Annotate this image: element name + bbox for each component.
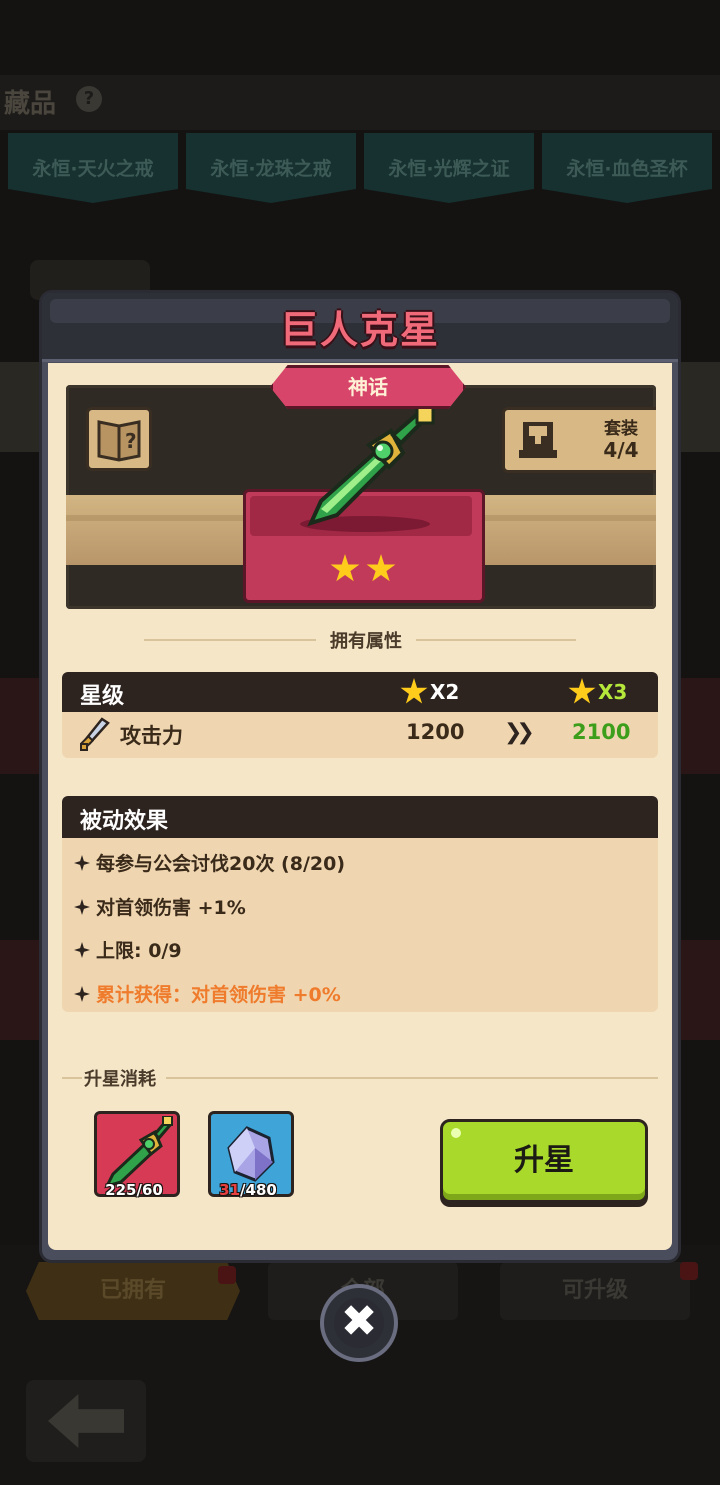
passive-header: 被动效果 <box>62 796 658 838</box>
stat-current-value: 1200 <box>406 720 465 744</box>
upgradable-tab-button[interactable]: 可升级 <box>500 1262 690 1320</box>
background-topbar <box>0 75 720 130</box>
notification-dot <box>218 1266 236 1284</box>
dialog-header: 巨人克星 <box>42 293 678 362</box>
double-chevron-right-icon: ❯❯ <box>504 720 535 745</box>
attributes-divider-right <box>416 639 576 641</box>
close-icon: ✖ <box>340 1296 378 1347</box>
stat-name: 攻击力 <box>120 724 183 748</box>
upgrade-star-button[interactable]: 升星 <box>440 1119 648 1203</box>
upgrade-star-label: 升星 <box>514 1143 574 1178</box>
passive-line-accumulated: 累计获得：对首领伤害 +0% <box>74 980 341 1007</box>
star-icon <box>330 554 360 582</box>
bullet-icon <box>74 942 90 958</box>
star-level-label: 星级 <box>80 684 125 709</box>
bullet-icon <box>74 899 90 915</box>
passive-line: 对首领伤害 +1% <box>74 893 246 920</box>
crystal-icon <box>227 1126 275 1182</box>
attributes-divider-left <box>144 639 316 641</box>
stat-next-value: 2100 <box>572 720 631 744</box>
sword-icon <box>307 405 435 527</box>
button-shine <box>451 1128 461 1138</box>
passive-title: 被动效果 <box>80 809 169 834</box>
star-icon <box>400 678 428 704</box>
passive-line: 上限: 0/9 <box>74 936 182 963</box>
cost-need: 60 <box>141 1181 163 1199</box>
page-title: 藏品 <box>4 89 57 119</box>
tab-longzhu[interactable]: 永恒·龙珠之戒 <box>186 133 356 203</box>
bullet-icon <box>74 986 90 1002</box>
cost-have: 31 <box>219 1181 241 1199</box>
passive-line-text: 累计获得：对首领伤害 +0% <box>96 984 341 1006</box>
star-icon <box>366 554 396 582</box>
cost-dagger-count: 225/60 <box>105 1181 163 1199</box>
star-stats-header: 星级 X2 X3 <box>62 672 658 712</box>
passive-line: 每参与公会讨伐20次 (8/20) <box>74 849 345 876</box>
passive-line-text: 对首领伤害 +1% <box>96 897 246 919</box>
set-cup-icon <box>519 422 557 458</box>
help-book-button[interactable]: ? <box>86 407 152 471</box>
passive-line-text: 上限: 0/9 <box>96 940 182 962</box>
bullet-icon <box>74 855 90 871</box>
set-info-button[interactable]: 套装 4/4 <box>502 407 656 473</box>
attack-sword-icon <box>80 717 110 751</box>
set-value: 4/4 <box>603 438 639 462</box>
next-star-multiplier: X3 <box>598 680 628 704</box>
current-star-multiplier: X2 <box>430 680 460 704</box>
star-icon <box>568 678 596 704</box>
item-detail-dialog: 巨人克星 ? 套装 4/4 神话 拥有属性 星级 X2 X3 攻击力 1200 … <box>42 293 678 1260</box>
owned-tab-button[interactable]: 已拥有 <box>26 1262 240 1320</box>
cost-crystal-count: 31/480 <box>219 1181 277 1199</box>
tab-guanghui[interactable]: 永恒·光辉之证 <box>364 133 534 203</box>
cost-title: 升星消耗 <box>84 1069 156 1090</box>
question-icon[interactable]: ? <box>76 86 102 112</box>
rarity-banner: 神话 <box>270 365 466 409</box>
cost-need: 480 <box>245 1181 277 1199</box>
cost-divider-right <box>166 1077 658 1079</box>
passive-effect-box: 被动效果 每参与公会讨伐20次 (8/20) 对首领伤害 +1% 上限: 0/9… <box>62 796 658 1012</box>
notification-dot <box>680 1262 698 1280</box>
svg-text:?: ? <box>125 429 137 453</box>
tab-tianhuo[interactable]: 永恒·天火之戒 <box>8 133 178 203</box>
close-button[interactable]: ✖ <box>324 1288 394 1358</box>
set-label: 套装 <box>604 419 638 439</box>
cost-have: 225 <box>105 1181 137 1199</box>
cost-divider-left <box>62 1077 82 1079</box>
tab-xuese[interactable]: 永恒·血色圣杯 <box>542 133 712 203</box>
star-stats-table: 星级 X2 X3 攻击力 1200 ❯❯ 2100 <box>62 672 658 758</box>
back-arrow-icon <box>48 1394 124 1448</box>
attributes-title: 拥有属性 <box>330 631 402 652</box>
passive-line-text: 每参与公会讨伐20次 (8/20) <box>96 853 346 875</box>
back-button[interactable] <box>26 1380 146 1462</box>
item-showcase: ? 套装 4/4 <box>66 385 656 609</box>
dialog-content: ? 套装 4/4 神话 拥有属性 星级 X2 X3 攻击力 1200 ❯❯ 21… <box>48 363 672 1250</box>
dialog-title: 巨人克星 <box>279 308 440 352</box>
book-question-icon: ? <box>97 420 141 462</box>
